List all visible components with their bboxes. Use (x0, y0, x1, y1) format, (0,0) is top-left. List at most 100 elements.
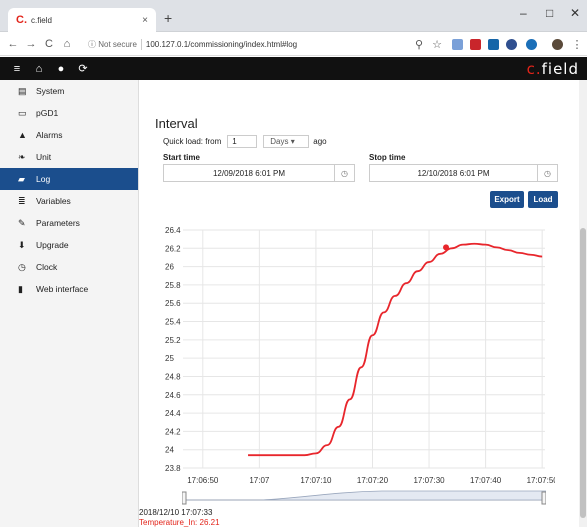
point-value: 26.21 (199, 518, 220, 527)
menu-icon[interactable]: ≡ (6, 63, 28, 75)
start-time-value[interactable]: 12/09/2018 6:01 PM (164, 169, 334, 178)
start-time-label: Start time (163, 153, 200, 162)
bell-icon: ▲ (18, 130, 27, 140)
clock-icon: ◷ (18, 261, 26, 272)
y-tick-label: 25.2 (165, 336, 181, 345)
minimize-button[interactable]: – (520, 6, 527, 20)
point-info: 2018/12/10 17:07:33 Temperature_In: 26.2… (139, 508, 220, 528)
browser-tab[interactable]: C. c.field × (8, 8, 156, 32)
sidebar-item-variables[interactable]: ≣ Variables (0, 190, 138, 212)
sidebar-item-system[interactable]: ▤ System (0, 80, 138, 102)
stop-time-value[interactable]: 12/10/2018 6:01 PM (370, 169, 537, 178)
security-indicator[interactable]: ⓘ Not secure (88, 39, 142, 50)
x-tick-label: 17:06:50 (187, 476, 219, 485)
browser-titlebar: C. c.field × + – □ ✕ (0, 0, 587, 32)
sidebar-item-label: Upgrade (36, 240, 69, 250)
sidebar-item-label: Clock (36, 262, 58, 272)
y-tick-label: 24 (165, 446, 174, 455)
y-tick-label: 26.4 (165, 226, 181, 235)
linkedin-icon[interactable] (488, 39, 499, 50)
system-icon: ▤ (18, 85, 27, 96)
sidebar-item-parameters[interactable]: ✎ Parameters (0, 212, 138, 234)
sidebar-item-log[interactable]: ▰ Log (0, 168, 138, 190)
x-tick-label: 17:07:40 (470, 476, 502, 485)
refresh-icon[interactable]: ⟳ (72, 62, 94, 75)
download-arrow-icon: ⬇ (18, 239, 26, 250)
y-tick-label: 24.6 (165, 391, 181, 400)
browser-menu-icon[interactable]: ⋮ (568, 38, 586, 51)
address-bar: ← → C ⌂ ⓘ Not secure 100.127.0.1/commiss… (0, 33, 587, 56)
highlighted-data-point (443, 244, 450, 251)
stop-time-label: Stop time (369, 153, 406, 162)
url-text[interactable]: 100.127.0.1/commissioning/index.html#log (146, 40, 297, 49)
y-tick-label: 25.8 (165, 281, 181, 290)
bookmark-star-icon[interactable]: ☆ (428, 38, 446, 51)
sidebar-item-pgd1[interactable]: ▭ pGD1 (0, 102, 138, 124)
extension-icon-4[interactable] (526, 39, 537, 50)
y-tick-label: 25.4 (165, 318, 181, 327)
y-tick-label: 24.4 (165, 409, 181, 418)
scrollbar-thumb[interactable] (580, 228, 586, 518)
range-navigator[interactable] (182, 488, 546, 508)
quick-load-unit-select[interactable]: Days ▾ (263, 135, 310, 148)
brand-logo: c.field (526, 60, 579, 78)
extension-icon-2[interactable] (470, 39, 481, 50)
temperature-line-chart[interactable]: 23.8 24 24.2 24.4 24.6 24.8 25 25.2 25.4 25.6 25.8… (139, 218, 555, 493)
database-icon: ≣ (18, 195, 26, 206)
quick-load-row: Quick load: from 1 Days ▾ ago (163, 135, 327, 148)
x-tick-label: 17:07:30 (413, 476, 445, 485)
unit-icon: ❧ (18, 151, 26, 162)
url-field[interactable]: ⓘ Not secure 100.127.0.1/commissioning/i… (88, 36, 448, 53)
tab-title: c.field (31, 15, 52, 25)
y-tick-label: 24.8 (165, 372, 181, 381)
home-icon[interactable]: ⌂ (58, 38, 76, 50)
profile-avatar[interactable] (552, 39, 563, 50)
export-button[interactable]: Export (490, 191, 524, 208)
sidebar-item-clock[interactable]: ◷ Clock (0, 256, 138, 278)
sidebar-item-label: Unit (36, 152, 52, 162)
navigator-left-handle[interactable] (182, 491, 187, 505)
x-tick-label: 17:07:10 (300, 476, 332, 485)
wrench-icon: ✎ (18, 217, 26, 228)
sidebar-item-label: pGD1 (36, 108, 59, 118)
user-icon[interactable]: ● (50, 63, 72, 75)
home-icon[interactable]: ⌂ (28, 63, 50, 75)
navigator-area (182, 490, 546, 501)
sidebar-item-label: Parameters (36, 218, 80, 228)
close-window-button[interactable]: ✕ (570, 6, 580, 20)
sidebar-item-label: Alarms (36, 130, 63, 140)
app-header: ≡ ⌂ ● ⟳ c.field (0, 57, 587, 80)
clock-icon[interactable]: ◷ (537, 165, 557, 181)
tab-close-icon[interactable]: × (142, 15, 148, 26)
new-tab-button[interactable]: + (164, 10, 172, 26)
point-time: 2018/12/10 17:07:33 (139, 508, 213, 517)
stop-time-field[interactable]: 12/10/2018 6:01 PM ◷ (369, 164, 558, 182)
maximize-button[interactable]: □ (546, 6, 553, 20)
reload-icon[interactable]: C (40, 38, 58, 50)
page-scrollbar[interactable] (579, 80, 587, 527)
navigator-right-handle[interactable] (541, 491, 546, 505)
clock-icon[interactable]: ◷ (334, 165, 354, 181)
zoom-icon[interactable]: ⚲ (410, 38, 428, 51)
y-tick-label: 26.2 (165, 244, 181, 253)
quick-load-input[interactable]: 1 (227, 135, 258, 148)
forward-icon[interactable]: → (22, 38, 40, 50)
quick-load-suffix: ago (313, 137, 327, 146)
back-icon[interactable]: ← (4, 38, 22, 50)
y-tick-label: 24.2 (165, 427, 181, 436)
temperature-series-line (248, 242, 543, 457)
sidebar-item-label: System (36, 86, 65, 96)
sidebar-item-label: Variables (36, 196, 71, 206)
sidebar-item-web-interface[interactable]: ▮ Web interface (0, 278, 138, 300)
start-time-field[interactable]: 12/09/2018 6:01 PM ◷ (163, 164, 355, 182)
load-button[interactable]: Load (528, 191, 558, 208)
sidebar-item-unit[interactable]: ❧ Unit (0, 146, 138, 168)
sidebar-item-label: Web interface (36, 284, 89, 294)
quick-load-label: Quick load: from (163, 137, 222, 146)
extension-icon-1[interactable] (452, 39, 463, 50)
extension-icon-3[interactable] (506, 39, 517, 50)
log-icon: ▰ (18, 173, 25, 184)
sidebar-item-alarms[interactable]: ▲ Alarms (0, 124, 138, 146)
sidebar-item-upgrade[interactable]: ⬇ Upgrade (0, 234, 138, 256)
x-tick-label: 17:07:50 (527, 476, 555, 485)
